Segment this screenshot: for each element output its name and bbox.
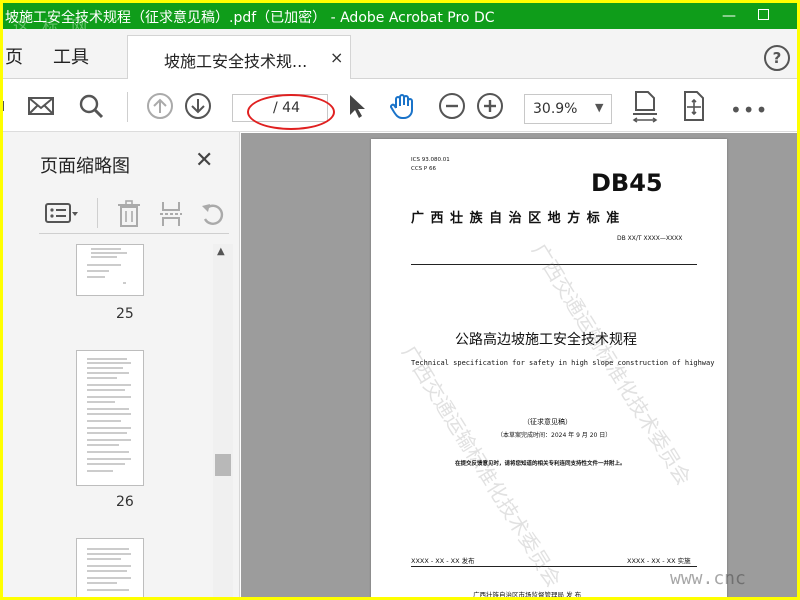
minimize-button[interactable]: —	[717, 5, 741, 27]
thumbnail-options-icon[interactable]	[45, 202, 79, 226]
scrollbar-thumb[interactable]	[215, 454, 231, 476]
document-viewport[interactable]: ICS 93.080.01 CCS P 66 DB45 广 西 壮 族 自 治 …	[241, 133, 797, 597]
publisher: 广西壮族自治区市场监督管理局 发 布	[473, 591, 582, 597]
document-tab[interactable]: 坡施工安全技术规... ×	[127, 35, 351, 79]
maximize-icon	[757, 9, 769, 20]
help-button[interactable]: ?	[764, 45, 790, 71]
db45-logo: DB45	[591, 169, 663, 197]
more-icon[interactable]: •••	[730, 98, 768, 122]
chevron-down-icon: ▼	[595, 101, 604, 114]
site-watermark: www.cnc	[670, 568, 746, 589]
page-thumbnails-panel: 页面缩略图 ✕ 25 26 ▲	[3, 132, 240, 597]
draft-label: （征求意见稿）	[523, 418, 572, 426]
search-icon[interactable]	[77, 92, 105, 120]
window-frame: 坡施工安全技术规程（征求意见稿）.pdf（已加密） - Adobe Acroba…	[0, 0, 800, 600]
page-up-icon[interactable]	[146, 92, 174, 120]
document-tab-close-button[interactable]: ×	[330, 48, 343, 67]
thumbnail-scrollbar[interactable]: ▲	[213, 244, 233, 597]
panel-title: 页面缩略图	[40, 156, 130, 177]
panel-separator	[97, 198, 98, 228]
rotate-icon[interactable]	[680, 90, 708, 122]
document-title-en: Technical specification for safety in hi…	[411, 359, 715, 367]
thumbnail-page-number: 25	[116, 306, 134, 322]
region-standard-title: 广 西 壮 族 自 治 区 地 方 标 准	[411, 211, 621, 226]
issue-date: XXXX - XX - XX 发布	[411, 557, 475, 565]
thumbnail-list: 25 26	[39, 244, 215, 597]
thumbnail-page-25[interactable]	[76, 244, 144, 296]
toolbar: / 44 30.9% ▼ •••	[3, 80, 797, 132]
title-bar[interactable]: 坡施工安全技术规程（征求意见稿）.pdf（已加密） - Adobe Acroba…	[3, 3, 797, 36]
implementation-date: XXXX - XX - XX 实施	[627, 557, 691, 565]
extract-pages-icon[interactable]	[159, 200, 183, 228]
hand-icon[interactable]	[388, 92, 416, 120]
thumbnail-page-27[interactable]	[76, 538, 144, 597]
ics-code: ICS 93.080.01	[411, 157, 450, 163]
undo-icon[interactable]	[199, 200, 227, 228]
zoom-out-icon[interactable]	[438, 92, 466, 120]
thumbnail-text-lines	[87, 548, 131, 591]
scroll-up-icon[interactable]: ▲	[217, 246, 225, 257]
maximize-button[interactable]	[751, 5, 775, 27]
panel-toolbar	[39, 194, 229, 234]
zoom-dropdown[interactable]: 30.9% ▼	[524, 94, 612, 124]
mail-icon[interactable]	[27, 92, 55, 120]
panel-close-button[interactable]: ✕	[195, 148, 213, 173]
page-number-input[interactable]	[235, 97, 271, 119]
acrobat-window: 坡施工安全技术规程（征求意见稿）.pdf（已加密） - Adobe Acroba…	[3, 3, 797, 597]
select-arrow-icon[interactable]	[343, 92, 371, 120]
zoom-in-icon[interactable]	[476, 92, 504, 120]
tab-tools[interactable]: 工具	[53, 43, 89, 69]
standard-number: DB XX/T XXXX—XXXX	[617, 235, 683, 242]
partial-icon	[3, 101, 4, 111]
thumbnail-text-lines	[87, 248, 127, 284]
right-gutter	[781, 133, 797, 597]
page-total: / 44	[273, 100, 300, 116]
pdf-page: ICS 93.080.01 CCS P 66 DB45 广 西 壮 族 自 治 …	[371, 139, 727, 597]
document-tab-label: 坡施工安全技术规...	[164, 52, 308, 71]
draft-date: （本草案完成时间：2024 年 9 月 20 日）	[497, 432, 612, 439]
fit-page-icon[interactable]	[631, 90, 659, 124]
thumbnail-page-number: 26	[116, 494, 134, 510]
zoom-value: 30.9%	[533, 101, 578, 117]
page-number-box: / 44	[232, 94, 328, 122]
trash-icon[interactable]	[117, 200, 141, 228]
ccs-code: CCS P 66	[411, 166, 436, 172]
thumbnail-text-lines	[87, 358, 131, 472]
thumbnail-page-26[interactable]	[76, 350, 144, 486]
toolbar-separator	[127, 92, 128, 122]
tab-bar: 页 工具 坡施工安全技术规... × ?	[3, 29, 797, 79]
tab-home[interactable]: 页	[5, 43, 23, 69]
page-down-icon[interactable]	[184, 92, 212, 120]
